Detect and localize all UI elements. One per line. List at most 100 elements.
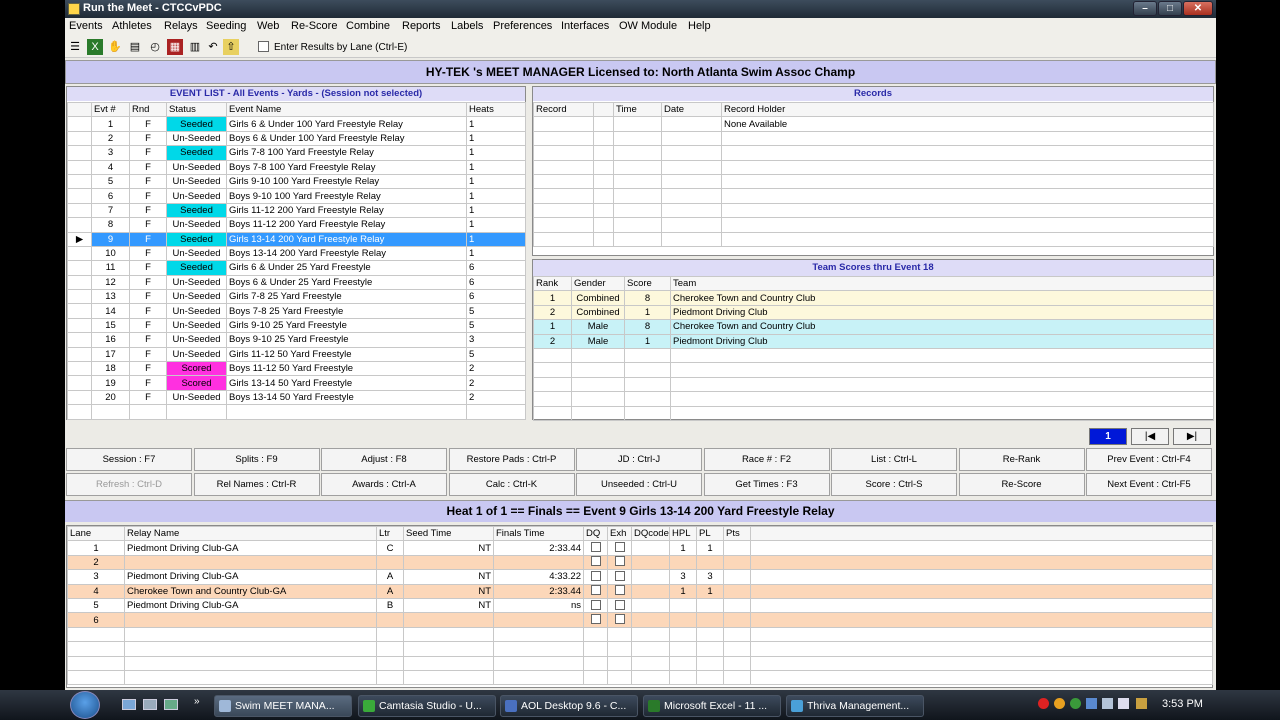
- race--button[interactable]: Race # : F2: [703, 448, 830, 471]
- menu-web[interactable]: Web: [257, 20, 279, 32]
- exh-checkbox[interactable]: [607, 554, 632, 571]
- session-button[interactable]: Session : F7: [66, 448, 192, 471]
- awards-button[interactable]: Awards : Ctrl-A: [321, 473, 447, 496]
- event-col-header[interactable]: Heats: [466, 101, 526, 118]
- heat-row[interactable]: 3 Piedmont Driving Club-GA A NT 4:33.22 3 3: [67, 569, 1213, 585]
- event-row[interactable]: 14 F Un-Seeded Boys 7-8 25 Yard Freestyle 5: [67, 303, 526, 319]
- event-row[interactable]: 11 F Seeded Girls 6 & Under 25 Yard Freesty…: [67, 260, 526, 276]
- relay-name[interactable]: [124, 669, 377, 686]
- tray-alert-icon[interactable]: [1038, 698, 1049, 709]
- event-col-header[interactable]: Evt #: [91, 101, 130, 118]
- prev-heat-button[interactable]: |◀: [1131, 428, 1169, 445]
- taskbar-item[interactable]: Microsoft Excel - 11 ...: [643, 695, 781, 717]
- tray-volume-icon[interactable]: [1118, 698, 1129, 709]
- next-event-button[interactable]: Next Event : Ctrl-F5: [1086, 473, 1212, 496]
- dq-code[interactable]: [631, 554, 670, 571]
- switch-windows-icon[interactable]: [143, 699, 157, 710]
- menu-help[interactable]: Help: [688, 20, 711, 32]
- finals-time[interactable]: [493, 641, 584, 657]
- exh-checkbox-box[interactable]: [614, 614, 625, 625]
- exh-checkbox[interactable]: [607, 669, 632, 686]
- event-row[interactable]: 19 F Scored Girls 13-14 50 Yard Freestyle 2: [67, 375, 526, 391]
- event-row[interactable]: ▶ 9 F Seeded Girls 13-14 200 Yard Freestyle …: [67, 231, 526, 247]
- menu-interfaces[interactable]: Interfaces: [561, 20, 609, 32]
- event-row[interactable]: 12 F Un-Seeded Boys 6 & Under 25 Yard Frees…: [67, 274, 526, 291]
- relay-name[interactable]: [124, 626, 377, 643]
- dq-checkbox[interactable]: [583, 641, 608, 657]
- unseeded-button[interactable]: Unseeded : Ctrl-U: [576, 473, 702, 496]
- adjust-button[interactable]: Adjust : F8: [321, 448, 447, 471]
- enter-by-lane-toggle[interactable]: Enter Results by Lane (Ctrl-E): [258, 41, 407, 53]
- event-row[interactable]: 20 F Un-Seeded Boys 13-14 50 Yard Freestyle…: [67, 389, 526, 406]
- event-row[interactable]: 3 F Seeded Girls 7-8 100 Yard Freestyle Rel…: [67, 145, 526, 161]
- dq-checkbox[interactable]: [583, 669, 608, 686]
- dq-code[interactable]: [631, 540, 670, 556]
- finals-time[interactable]: [493, 655, 584, 671]
- relay-name[interactable]: [124, 554, 377, 571]
- handshake-icon[interactable]: ✋: [107, 39, 123, 55]
- event-col-header[interactable]: Event Name: [226, 101, 467, 118]
- jd-button[interactable]: JD : Ctrl-J: [576, 448, 702, 471]
- taskbar-item[interactable]: Thriva Management...: [786, 695, 924, 717]
- dq-checkbox-box[interactable]: [590, 556, 601, 567]
- tray-network-icon[interactable]: [1070, 698, 1081, 709]
- re-rank-button[interactable]: Re-Rank: [958, 448, 1085, 471]
- exh-checkbox[interactable]: [607, 597, 632, 614]
- menu-ow-module[interactable]: OW Module: [619, 20, 677, 32]
- event-row[interactable]: 13 F Un-Seeded Girls 7-8 25 Yard Freestyle 6: [67, 289, 526, 305]
- event-row[interactable]: 17 F Un-Seeded Girls 11-12 50 Yard Freestyl…: [67, 346, 526, 363]
- dq-checkbox[interactable]: [583, 554, 608, 571]
- relay-name[interactable]: [124, 641, 377, 657]
- tray-firefox-icon[interactable]: [1054, 698, 1065, 709]
- heat-row[interactable]: [67, 641, 1213, 657]
- taskbar-item[interactable]: Swim MEET MANA...: [214, 695, 352, 717]
- relay-name[interactable]: Piedmont Driving Club-GA: [124, 597, 377, 614]
- exh-checkbox[interactable]: [607, 641, 632, 657]
- timer-icon[interactable]: ◴: [147, 39, 163, 55]
- calc-button[interactable]: Calc : Ctrl-K: [448, 473, 575, 496]
- undo-icon[interactable]: ↶: [205, 39, 221, 55]
- relay-name[interactable]: [124, 612, 377, 628]
- heat-number[interactable]: 1: [1089, 428, 1127, 445]
- menu-re-score[interactable]: Re-Score: [291, 20, 337, 32]
- dq-checkbox-box[interactable]: [590, 599, 601, 610]
- exh-checkbox[interactable]: [607, 540, 632, 556]
- dq-code[interactable]: [631, 641, 670, 657]
- menu-seeding[interactable]: Seeding: [206, 20, 246, 32]
- dq-code[interactable]: [631, 583, 670, 599]
- event-row[interactable]: 1 F Seeded Girls 6 & Under 100 Yard Freesty…: [67, 116, 526, 132]
- maximize-button[interactable]: □: [1158, 1, 1182, 16]
- event-row[interactable]: 2 F Un-Seeded Boys 6 & Under 100 Yard Frees…: [67, 130, 526, 147]
- refresh-button[interactable]: Refresh : Ctrl-D: [66, 473, 192, 496]
- menu-relays[interactable]: Relays: [164, 20, 198, 32]
- dq-checkbox[interactable]: [583, 597, 608, 614]
- exh-checkbox-box[interactable]: [614, 599, 625, 610]
- next-heat-button[interactable]: ▶|: [1173, 428, 1211, 445]
- dq-code[interactable]: [631, 626, 670, 643]
- close-button[interactable]: ✕: [1183, 1, 1213, 16]
- rel-names-button[interactable]: Rel Names : Ctrl-R: [193, 473, 320, 496]
- event-row[interactable]: 15 F Un-Seeded Girls 9-10 25 Yard Freestyle…: [67, 317, 526, 334]
- prev-event-button[interactable]: Prev Event : Ctrl-F4: [1086, 448, 1212, 471]
- dq-checkbox[interactable]: [583, 626, 608, 643]
- event-row[interactable]: 16 F Un-Seeded Boys 9-10 25 Yard Freestyle 3: [67, 332, 526, 348]
- finals-time[interactable]: [493, 669, 584, 686]
- event-row[interactable]: 7 F Seeded Girls 11-12 200 Yard Freestyle R…: [67, 202, 526, 219]
- relay-name[interactable]: Cherokee Town and Country Club-GA: [124, 583, 377, 599]
- splits-button[interactable]: Splits : F9: [193, 448, 320, 471]
- exh-checkbox-box[interactable]: [614, 542, 625, 553]
- show-desktop-icon[interactable]: [122, 699, 136, 710]
- event-row[interactable]: 10 F Un-Seeded Boys 13-14 200 Yard Freestyl…: [67, 245, 526, 262]
- heat-row[interactable]: 6: [67, 612, 1213, 628]
- exh-checkbox-box[interactable]: [614, 585, 625, 596]
- event-row[interactable]: [67, 404, 526, 420]
- dq-checkbox[interactable]: [583, 655, 608, 671]
- exh-checkbox[interactable]: [607, 583, 632, 599]
- relay-icon[interactable]: ▦: [167, 39, 183, 55]
- list-button[interactable]: List : Ctrl-L: [831, 448, 957, 471]
- finals-time[interactable]: [493, 626, 584, 643]
- exh-checkbox[interactable]: [607, 612, 632, 628]
- menu-labels[interactable]: Labels: [451, 20, 483, 32]
- dq-checkbox[interactable]: [583, 583, 608, 599]
- re-score-button[interactable]: Re-Score: [958, 473, 1085, 496]
